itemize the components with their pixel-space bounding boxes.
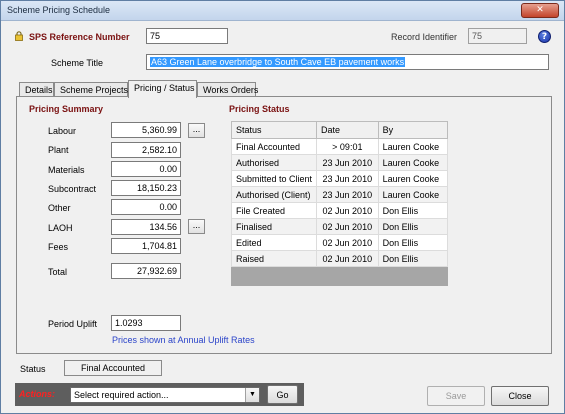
status-label: Status bbox=[20, 364, 46, 374]
other-field[interactable]: 0.00 bbox=[111, 199, 181, 215]
actions-select[interactable]: Select required action... ▼ bbox=[70, 387, 260, 403]
scheme-pricing-window: Scheme Pricing Schedule ✕ SPS Reference … bbox=[0, 0, 565, 414]
scheme-title-text: A63 Green Lane overbridge to South Cave … bbox=[150, 57, 406, 67]
status-cell: Authorised (Client) bbox=[230, 186, 318, 203]
go-button[interactable]: Go bbox=[267, 385, 298, 404]
date-cell: 02 Jun 2010 bbox=[316, 234, 379, 251]
date-cell: 23 Jun 2010 bbox=[316, 186, 379, 203]
table-row[interactable]: Authorised (Client) 23 Jun 2010 Lauren Coo… bbox=[230, 186, 449, 203]
labour-field[interactable]: 5,360.99 bbox=[111, 122, 181, 138]
status-cell: Finalised bbox=[230, 218, 318, 235]
tab-pricing-status[interactable]: Pricing / Status bbox=[128, 80, 197, 98]
by-cell: Lauren Cooke bbox=[377, 138, 449, 155]
record-identifier-field: 75 bbox=[468, 28, 527, 44]
chevron-down-icon[interactable]: ▼ bbox=[245, 388, 259, 402]
materials-label: Materials bbox=[48, 165, 85, 175]
laoh-field[interactable]: 134.56 bbox=[111, 219, 181, 235]
laoh-label: LAOH bbox=[48, 223, 73, 233]
actions-label: Actions: bbox=[19, 389, 55, 399]
by-cell: Lauren Cooke bbox=[377, 170, 449, 187]
date-cell: 02 Jun 2010 bbox=[316, 202, 379, 219]
table-row[interactable]: Finalised 02 Jun 2010 Don Ellis bbox=[230, 218, 449, 235]
status-cell: Edited bbox=[230, 234, 318, 251]
date-cell: 02 Jun 2010 bbox=[316, 218, 379, 235]
fees-field[interactable]: 1,704.81 bbox=[111, 238, 181, 254]
actions-bar: Actions: Select required action... ▼ Go bbox=[15, 383, 304, 406]
subcontract-label: Subcontract bbox=[48, 184, 97, 194]
status-cell: Raised bbox=[230, 250, 318, 267]
subcontract-field[interactable]: 18,150.23 bbox=[111, 180, 181, 196]
laoh-details-button[interactable]: ... bbox=[188, 219, 205, 234]
actions-select-value: Select required action... bbox=[74, 390, 169, 400]
by-cell: Don Ellis bbox=[377, 250, 449, 267]
column-header-by[interactable]: By bbox=[377, 121, 449, 139]
sps-reference-label: SPS Reference Number bbox=[29, 32, 130, 42]
total-label: Total bbox=[48, 267, 68, 277]
title-bar: Scheme Pricing Schedule ✕ bbox=[1, 1, 564, 21]
by-cell: Don Ellis bbox=[377, 202, 449, 219]
status-grid-header: Status Date By bbox=[230, 121, 449, 139]
save-button[interactable]: Save bbox=[427, 386, 485, 406]
status-cell: Final Accounted bbox=[230, 138, 318, 155]
date-cell: 23 Jun 2010 bbox=[316, 170, 379, 187]
date-cell: 02 Jun 2010 bbox=[316, 250, 379, 267]
scheme-title-field[interactable]: A63 Green Lane overbridge to South Cave … bbox=[146, 54, 549, 70]
window-title: Scheme Pricing Schedule bbox=[7, 5, 111, 15]
status-grid: Status Date By Final Accounted > 09:01 Lau… bbox=[230, 121, 449, 267]
tab-details[interactable]: Details bbox=[19, 82, 54, 97]
help-icon[interactable]: ? bbox=[538, 30, 551, 43]
table-row[interactable]: Submitted to Client 23 Jun 2010 Lauren Coo… bbox=[230, 170, 449, 187]
date-cell: > 09:01 bbox=[316, 138, 379, 155]
labour-label: Labour bbox=[48, 126, 77, 136]
status-badge: Final Accounted bbox=[64, 360, 162, 376]
by-cell: Lauren Cooke bbox=[377, 186, 449, 203]
window-close-button[interactable]: ✕ bbox=[521, 3, 559, 18]
other-label: Other bbox=[48, 203, 71, 213]
plant-label: Plant bbox=[48, 145, 69, 155]
status-cell: Submitted to Client bbox=[230, 170, 318, 187]
uplift-note: Prices shown at Annual Uplift Rates bbox=[112, 335, 255, 345]
scheme-title-label: Scheme Title bbox=[51, 58, 104, 68]
column-header-status[interactable]: Status bbox=[230, 121, 318, 139]
period-uplift-field[interactable]: 1.0293 bbox=[111, 315, 181, 331]
pricing-status-heading: Pricing Status bbox=[229, 104, 290, 114]
table-row[interactable]: Authorised 23 Jun 2010 Lauren Cooke bbox=[230, 154, 449, 171]
table-row[interactable]: Raised 02 Jun 2010 Don Ellis bbox=[230, 250, 449, 267]
status-cell: Authorised bbox=[230, 154, 318, 171]
plant-field[interactable]: 2,582.10 bbox=[111, 142, 181, 158]
table-row[interactable]: Edited 02 Jun 2010 Don Ellis bbox=[230, 234, 449, 251]
by-cell: Don Ellis bbox=[377, 218, 449, 235]
materials-field[interactable]: 0.00 bbox=[111, 161, 181, 177]
lock-icon bbox=[15, 31, 23, 41]
table-row[interactable]: Final Accounted > 09:01 Lauren Cooke bbox=[230, 138, 449, 155]
sps-reference-field[interactable]: 75 bbox=[146, 28, 228, 44]
column-header-date[interactable]: Date bbox=[316, 121, 379, 139]
labour-details-button[interactable]: ... bbox=[188, 123, 205, 138]
by-cell: Lauren Cooke bbox=[377, 154, 449, 171]
by-cell: Don Ellis bbox=[377, 234, 449, 251]
fees-label: Fees bbox=[48, 242, 69, 252]
date-cell: 23 Jun 2010 bbox=[316, 154, 379, 171]
status-cell: File Created bbox=[230, 202, 318, 219]
record-identifier-label: Record Identifier bbox=[391, 32, 458, 42]
table-row[interactable]: File Created 02 Jun 2010 Don Ellis bbox=[230, 202, 449, 219]
pricing-summary-heading: Pricing Summary bbox=[29, 104, 104, 114]
total-field: 27,932.69 bbox=[111, 263, 181, 279]
tab-works-orders[interactable]: Works Orders bbox=[197, 82, 258, 97]
close-button[interactable]: Close bbox=[491, 386, 549, 406]
period-uplift-label: Period Uplift bbox=[48, 319, 98, 329]
tab-scheme-projects[interactable]: Scheme Projects bbox=[54, 82, 128, 97]
